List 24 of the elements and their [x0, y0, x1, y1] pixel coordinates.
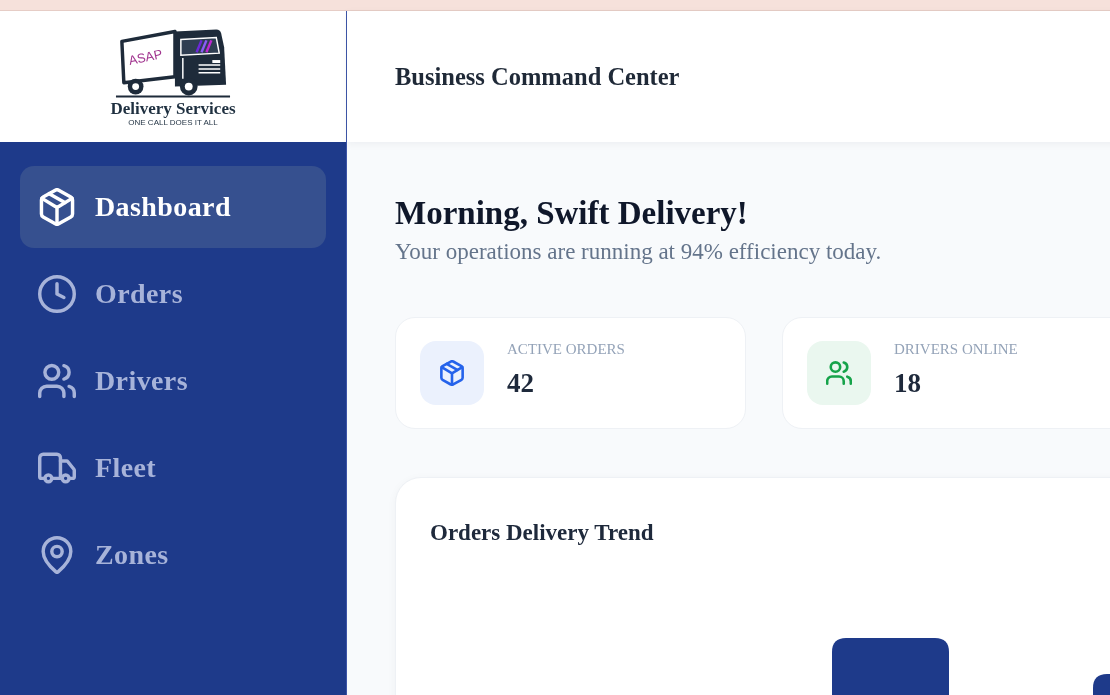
logo-badge-text: ASAP [127, 45, 164, 68]
logo-name: Delivery Services [110, 99, 236, 118]
logo-truck-icon [115, 29, 231, 97]
greeting-heading: Morning, Swift Delivery! [395, 194, 749, 233]
page-title: Business Command Center [395, 62, 680, 91]
people-icon [807, 341, 871, 405]
people-icon [38, 362, 76, 400]
stat-label: DRIVERS ONLINE [894, 341, 1018, 357]
nav-item[interactable]: Zones [20, 514, 326, 596]
logo-tagline: ONE CALL DOES IT ALL [128, 117, 218, 127]
stat-value: 42 [507, 369, 535, 397]
truck-icon [38, 449, 76, 487]
clock-icon [38, 275, 76, 313]
nav-item[interactable]: Dashboard [20, 166, 326, 248]
stat-value: 18 [894, 369, 922, 397]
greeting-subtitle: Your operations are running at 94% efficiency today. [395, 238, 883, 266]
map-pin-icon [38, 536, 76, 574]
nav-item[interactable]: Fleet [20, 427, 326, 509]
chart-title: Orders Delivery Trend [430, 521, 655, 545]
nav-item[interactable]: Orders [20, 253, 326, 335]
box-icon [38, 188, 76, 226]
box-icon [420, 341, 484, 405]
stat-label: ACTIVE ORDERS [507, 341, 625, 357]
nav-item[interactable]: Drivers [20, 340, 326, 422]
